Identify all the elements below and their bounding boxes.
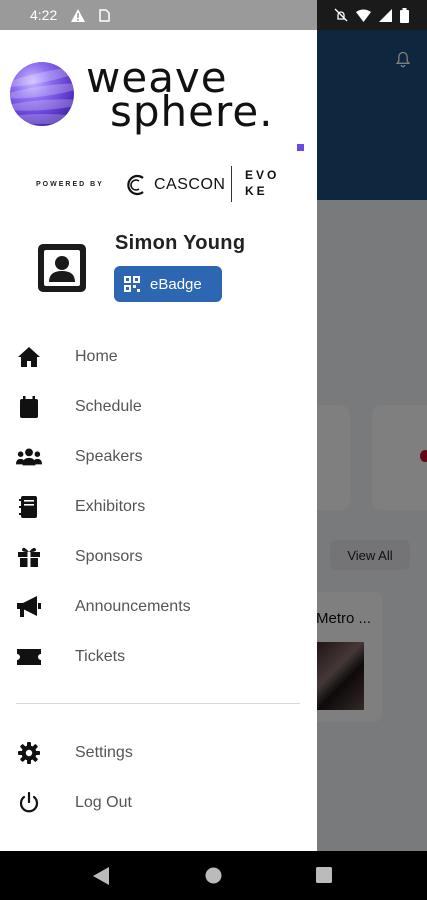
menu-item-announcements[interactable]: Announcements	[0, 585, 317, 629]
status-time: 4:22	[30, 7, 58, 23]
menu-label: Speakers	[75, 448, 143, 465]
recents-icon[interactable]	[316, 867, 332, 883]
home-nav-icon[interactable]	[205, 867, 222, 884]
battery-icon	[400, 7, 409, 23]
brand-divider	[231, 166, 232, 202]
partner-logo-cascon: CASCON	[154, 176, 226, 193]
logo-text: sphere.	[110, 87, 274, 136]
menu-item-home[interactable]: Home	[0, 335, 317, 379]
menu-item-logout[interactable]: Log Out	[0, 781, 317, 825]
warning-icon	[71, 8, 86, 22]
menu-item-sponsors[interactable]: Sponsors	[0, 535, 317, 579]
menu-item-exhibitors[interactable]: Exhibitors	[0, 485, 317, 529]
signal-icon	[379, 8, 392, 22]
menu-label: Exhibitors	[75, 498, 146, 515]
sphere-logo-icon	[10, 62, 74, 126]
menu-divider	[16, 703, 300, 704]
menu-item-settings[interactable]: Settings	[0, 731, 317, 775]
menu-label: Home	[75, 348, 118, 365]
ebadge-button[interactable]: eBadge	[114, 266, 222, 302]
menu-label: Announcements	[75, 598, 191, 615]
gift-icon	[16, 544, 42, 570]
menu-item-schedule[interactable]: Schedule	[0, 385, 317, 429]
users-icon	[16, 444, 42, 470]
ticket-icon	[16, 644, 42, 670]
mute-icon	[334, 8, 348, 22]
partner-logo-evoke: KE	[245, 184, 268, 198]
qr-code-icon	[124, 276, 140, 292]
wifi-icon	[356, 9, 371, 22]
menu-item-speakers[interactable]: Speakers	[0, 435, 317, 479]
powered-by-row: POWERED BY CASCON EVO KE	[36, 166, 306, 202]
navigation-drawer: weave sphere. POWERED BY CASCON EVO KE S…	[0, 30, 317, 851]
powered-by-label: POWERED BY	[36, 181, 104, 188]
gear-icon	[16, 740, 42, 766]
menu-label: Tickets	[75, 648, 126, 665]
megaphone-icon	[16, 594, 42, 620]
sim-icon	[99, 8, 110, 22]
status-bar: 4:22	[0, 0, 427, 30]
menu-label: Log Out	[75, 794, 132, 811]
user-name: Simon Young	[115, 232, 246, 254]
ebadge-label: eBadge	[150, 275, 202, 293]
system-nav-bar	[0, 851, 427, 900]
cascon-logo-icon	[127, 174, 144, 196]
menu-item-tickets[interactable]: Tickets	[0, 635, 317, 679]
partner-logo-evoke: EVO	[245, 168, 280, 182]
menu-label: Settings	[75, 744, 133, 761]
back-icon[interactable]	[93, 867, 109, 885]
menu-label: Sponsors	[75, 548, 143, 565]
logo-accent-dot	[297, 144, 304, 151]
book-icon	[16, 494, 42, 520]
weavesphere-logo: weave sphere. POWERED BY CASCON EVO KE	[10, 56, 310, 208]
avatar[interactable]	[38, 244, 86, 292]
home-icon	[16, 344, 42, 370]
menu-label: Schedule	[75, 398, 142, 415]
user-icon	[44, 250, 80, 286]
power-icon	[16, 790, 42, 816]
calendar-icon	[16, 394, 42, 420]
